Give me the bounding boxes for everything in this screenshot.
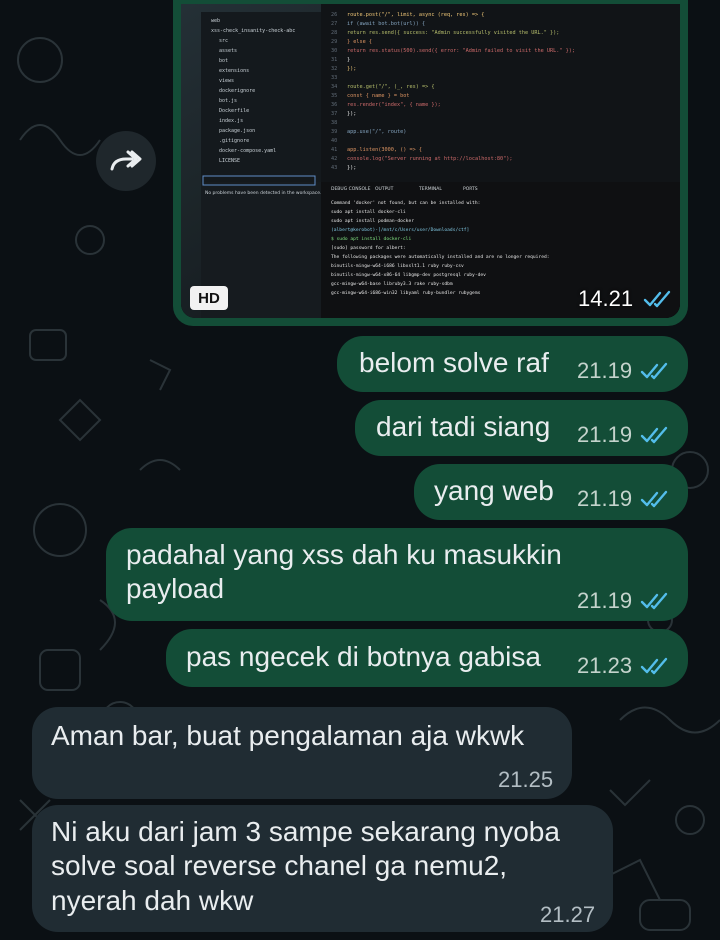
double-check-icon bbox=[640, 362, 668, 380]
message-text-line: nyerah dah wkw bbox=[51, 885, 254, 916]
double-check-icon bbox=[640, 426, 668, 444]
message-time: 21.19 bbox=[577, 486, 633, 511]
message-bubble-outgoing[interactable]: yang web 21.19 bbox=[414, 464, 688, 520]
message-time: 21.25 bbox=[498, 767, 554, 792]
message-meta: 21.19 bbox=[577, 486, 670, 512]
double-check-icon bbox=[640, 657, 668, 675]
forward-button[interactable] bbox=[96, 131, 156, 191]
image-message[interactable]: web xss-check_insanity-check-abc src assets… bbox=[173, 0, 688, 326]
message-meta: 21.25 bbox=[498, 767, 553, 793]
message-text: yang web bbox=[434, 475, 554, 506]
forward-icon bbox=[110, 150, 142, 171]
message-text-line: Ni aku dari jam 3 sampe sekarang nyoba bbox=[51, 816, 560, 847]
message-bubble-outgoing[interactable]: belom solve raf 21.19 bbox=[337, 336, 688, 392]
message-bubble-incoming[interactable]: Aman bar, buat pengalaman aja wkwk 21.25 bbox=[32, 707, 572, 799]
message-text-line: solve soal reverse chanel ga nemu2, bbox=[51, 850, 508, 881]
message-time: 21.23 bbox=[577, 653, 633, 678]
message-text: Aman bar, buat pengalaman aja wkwk bbox=[51, 720, 525, 751]
hd-badge: HD bbox=[190, 286, 228, 310]
message-text: pas ngecek di botnya gabisa bbox=[186, 641, 541, 672]
message-text: dari tadi siang bbox=[376, 411, 551, 442]
double-check-icon bbox=[640, 592, 668, 610]
message-meta: 21.19 bbox=[577, 422, 670, 448]
double-check-icon bbox=[640, 490, 668, 508]
message-bubble-outgoing[interactable]: padahal yang xss dah ku masukkin payload… bbox=[106, 528, 688, 621]
message-bubble-outgoing[interactable]: dari tadi siang 21.19 bbox=[355, 400, 688, 456]
message-time: 21.27 bbox=[540, 902, 596, 927]
image-time: 14.21 bbox=[578, 286, 634, 311]
message-text: belom solve raf bbox=[359, 347, 549, 378]
message-bubble-incoming[interactable]: Ni aku dari jam 3 sampe sekarang nyoba s… bbox=[32, 805, 613, 932]
double-check-icon bbox=[643, 290, 671, 308]
vscode-photo-illustration: webxss-check_insanity-check-abcsrcassets… bbox=[181, 4, 680, 318]
image-meta: 14.21 bbox=[578, 286, 673, 312]
message-meta: 21.19 bbox=[577, 358, 670, 384]
message-bubble-outgoing[interactable]: pas ngecek di botnya gabisa 21.23 bbox=[166, 629, 688, 687]
message-meta: 21.19 bbox=[577, 588, 670, 614]
message-time: 21.19 bbox=[577, 422, 633, 447]
screenshot-photo[interactable]: web xss-check_insanity-check-abc src assets… bbox=[181, 4, 680, 318]
message-time: 21.19 bbox=[577, 358, 633, 383]
message-meta: 21.27 bbox=[540, 902, 595, 928]
message-meta: 21.23 bbox=[577, 653, 670, 679]
message-text-line: padahal yang xss dah ku masukkin bbox=[126, 539, 562, 570]
message-text-line: payload bbox=[126, 573, 225, 604]
message-time: 21.19 bbox=[577, 588, 633, 613]
